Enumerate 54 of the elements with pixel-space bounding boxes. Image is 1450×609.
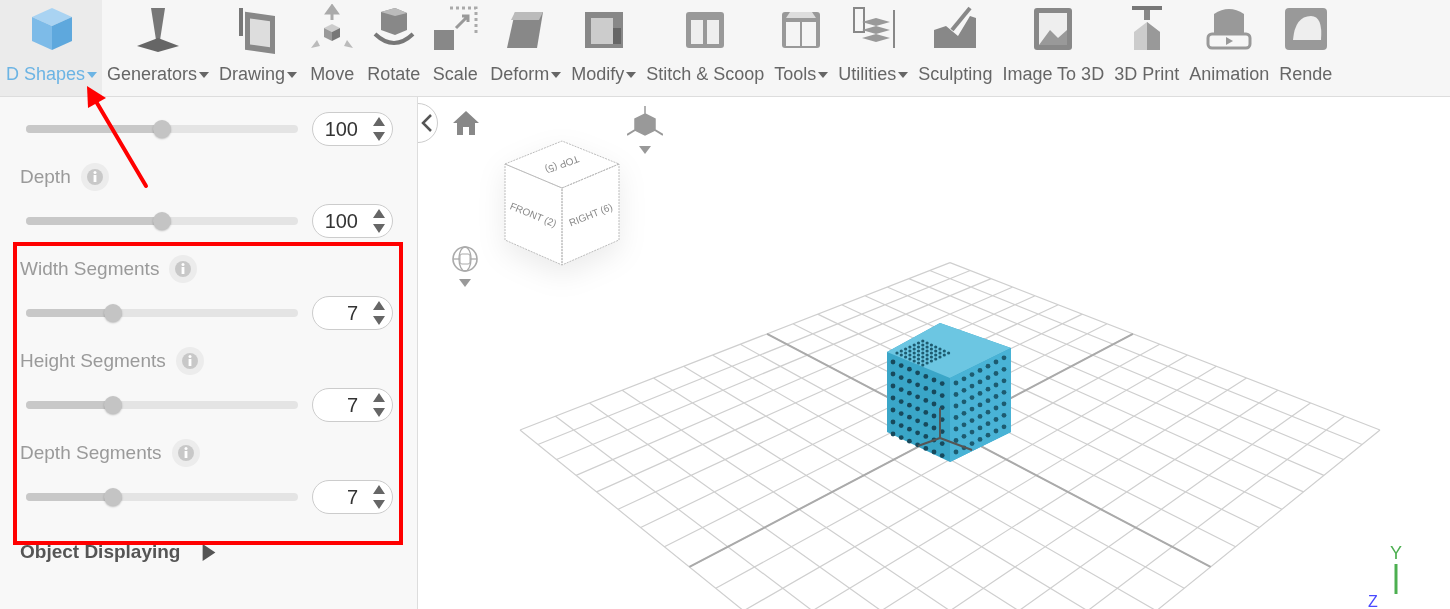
slider-thumb[interactable] [104,488,122,506]
chevron-left-icon [421,113,433,133]
cube-model[interactable] [887,323,1011,462]
number-field[interactable]: 7 [311,388,393,422]
toolbar-button[interactable]: Image To 3D [997,0,1110,96]
slider-track[interactable] [26,395,298,415]
caret-icon[interactable] [459,279,471,287]
spinner-arrows-icon[interactable] [372,484,386,510]
toolbar-button[interactable]: Modify [566,0,642,96]
axis-label: Z [1368,593,1378,609]
parameter-label: Depth Segments [20,442,162,464]
toolbar-button[interactable]: Deform [485,0,567,96]
toolbar-button[interactable]: 3D Print [1109,0,1185,96]
number-field[interactable]: 100 [311,112,393,146]
slider-thumb[interactable] [104,304,122,322]
info-icon[interactable] [80,163,109,191]
spinner-arrows-icon[interactable] [372,208,386,234]
toolbar-button[interactable]: Scale [425,0,486,96]
cube-face-label: RIGHT (6) [567,201,615,229]
number-field[interactable]: 7 [311,480,393,514]
parameter-label: Width Segments [20,258,160,280]
number-field[interactable]: 7 [311,296,393,330]
slider-track[interactable] [26,303,298,323]
globe-icon[interactable] [451,245,479,273]
spinner-arrows-icon[interactable] [372,116,386,142]
spinner-arrows-icon[interactable] [372,392,386,418]
toolbar-button[interactable]: Rende [1274,0,1338,96]
info-icon[interactable] [169,255,198,283]
slider-thumb[interactable] [104,396,122,414]
toolbar-button[interactable]: Animation [1184,0,1275,96]
toolbar-button[interactable]: Tools [769,0,834,96]
info-icon[interactable] [175,347,204,375]
parameter-label: Depth [20,166,71,188]
section-header[interactable]: Object Displaying [20,541,217,563]
toolbar-button[interactable]: Rotate [362,0,426,96]
axis-label: Y [1390,543,1402,564]
toolbar-button[interactable]: Generators [102,0,215,96]
toolbar-button[interactable]: Stitch & Scoop [641,0,770,96]
slider-thumb[interactable] [152,212,171,230]
spinner-arrows-icon[interactable] [372,300,386,326]
slider-track[interactable] [26,211,298,231]
cube-face-label: TOP (5) [543,153,581,176]
slider-thumb[interactable] [152,120,171,138]
slider-track[interactable] [26,487,298,507]
slider-track[interactable] [26,119,298,139]
parameter-label: Height Segments [20,350,166,372]
toolbar-button[interactable]: Move [302,0,363,96]
toolbar-button[interactable]: Utilities [833,0,914,96]
toolbar-button[interactable]: Drawing [214,0,303,96]
info-icon[interactable] [171,439,200,467]
home-icon[interactable] [452,110,480,136]
caret-icon[interactable] [639,146,651,154]
toolbar-button[interactable]: Sculpting [913,0,998,96]
number-field[interactable]: 100 [311,204,393,238]
